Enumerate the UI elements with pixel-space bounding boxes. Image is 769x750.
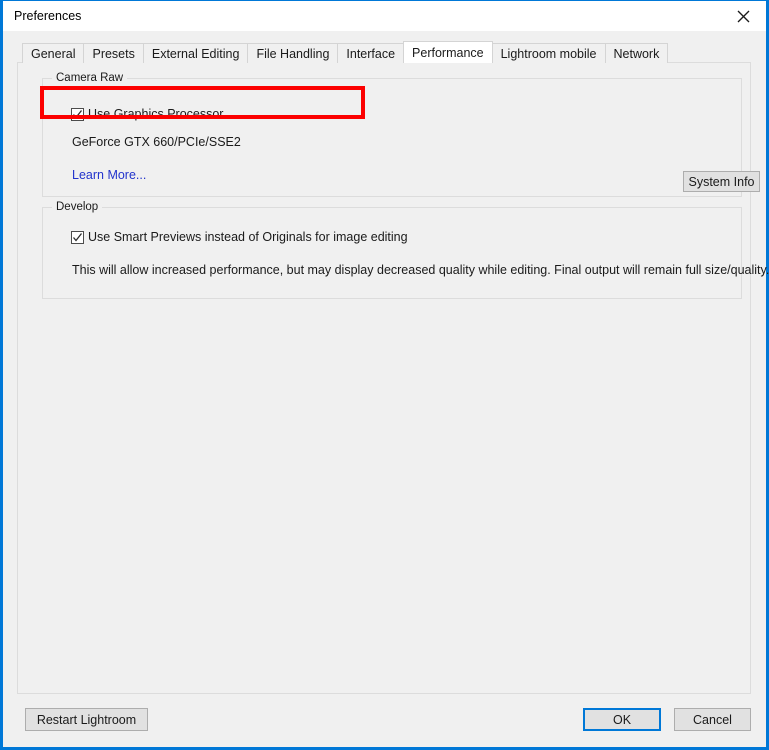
tab-lightroom-mobile[interactable]: Lightroom mobile [491, 43, 606, 63]
close-icon-glyph [737, 10, 750, 22]
tab-external-editing[interactable]: External Editing [142, 43, 249, 63]
tab-file-handling[interactable]: File Handling [247, 43, 339, 63]
performance-tab-panel: Camera Raw Use Graphics Processor GeForc… [17, 62, 769, 694]
tab-bar: General Presets External Editing File Ha… [22, 41, 669, 63]
title-bar: Preferences [3, 1, 766, 31]
develop-note-text: This will allow increased performance, b… [72, 263, 769, 277]
tab-presets[interactable]: Presets [83, 43, 144, 63]
close-icon[interactable] [721, 1, 766, 31]
camera-raw-legend: Camera Raw [52, 72, 128, 84]
use-graphics-processor-label: Use Graphics Processor [88, 107, 224, 121]
ok-button[interactable]: OK [583, 708, 661, 731]
tab-interface[interactable]: Interface [337, 43, 405, 63]
tab-general[interactable]: General [22, 43, 85, 63]
use-graphics-processor-checkbox[interactable] [71, 107, 84, 121]
checkmark-icon [73, 109, 83, 119]
preferences-window: Preferences General Presets External Edi… [0, 0, 769, 750]
develop-legend: Develop [52, 201, 103, 213]
tab-performance[interactable]: Performance [403, 41, 493, 63]
use-smart-previews-checkbox[interactable] [71, 230, 84, 244]
cancel-button[interactable]: Cancel [674, 708, 751, 731]
system-info-button[interactable]: System Info [683, 171, 760, 192]
camera-raw-group: Camera Raw Use Graphics Processor GeForc… [42, 72, 760, 197]
tab-network[interactable]: Network [604, 43, 669, 63]
develop-group: Develop Use Smart Previews instead of Or… [42, 201, 769, 299]
use-graphics-processor-row[interactable]: Use Graphics Processor [71, 107, 223, 121]
restart-lightroom-button[interactable]: Restart Lightroom [25, 708, 148, 731]
learn-more-link[interactable]: Learn More... [72, 168, 146, 182]
window-title: Preferences [14, 9, 82, 23]
use-smart-previews-row[interactable]: Use Smart Previews instead of Originals … [71, 230, 408, 244]
checkmark-icon [73, 232, 83, 242]
gpu-name-text: GeForce GTX 660/PCIe/SSE2 [72, 135, 241, 149]
use-smart-previews-label: Use Smart Previews instead of Originals … [88, 230, 408, 244]
